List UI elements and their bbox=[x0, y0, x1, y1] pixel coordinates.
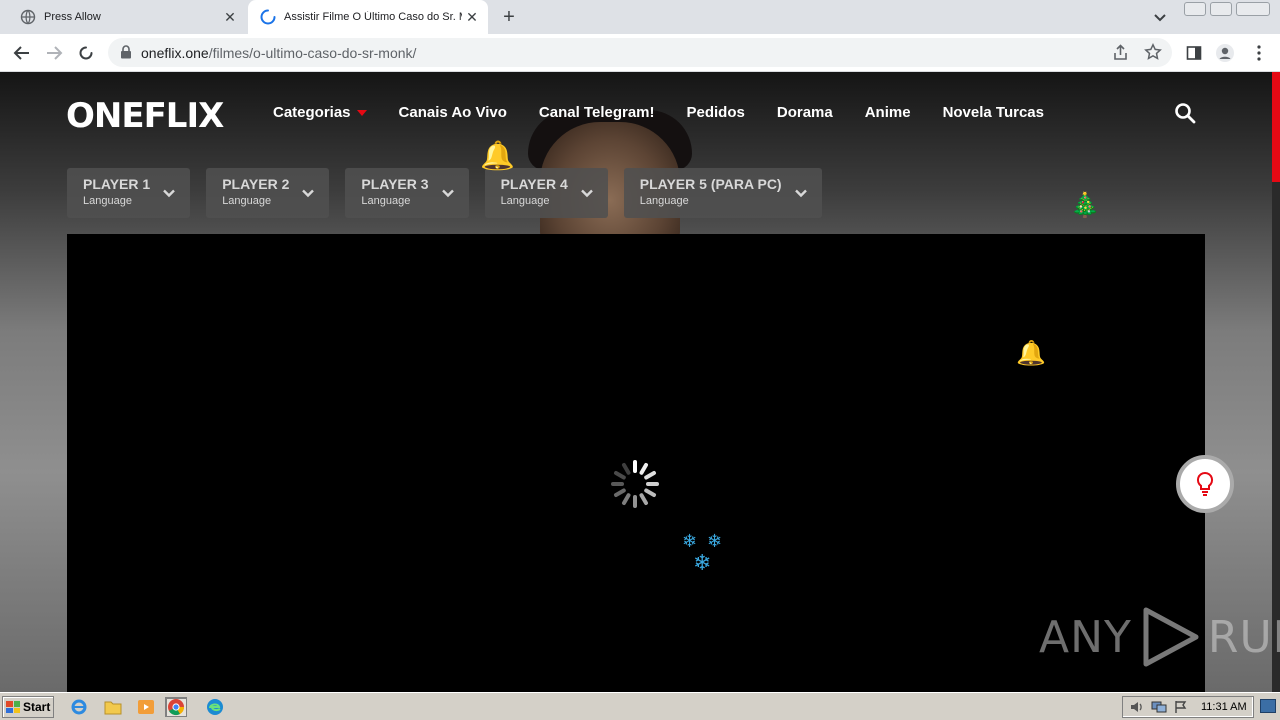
nav-categorias[interactable]: Categorias bbox=[273, 104, 367, 121]
main-nav: Categorias Canais Ao Vivo Canal Telegram… bbox=[273, 104, 1076, 121]
restore-button[interactable] bbox=[1210, 2, 1232, 16]
internet-explorer-icon[interactable] bbox=[68, 697, 90, 717]
url-path: /filmes/o-ultimo-caso-do-sr-monk/ bbox=[208, 45, 417, 61]
media-player-icon[interactable] bbox=[135, 697, 157, 717]
new-tab-button[interactable]: + bbox=[498, 6, 520, 28]
player-language: Language bbox=[361, 195, 411, 207]
nav-canal-telegram[interactable]: Canal Telegram! bbox=[539, 104, 655, 121]
chrome-menu-icon[interactable] bbox=[1248, 42, 1270, 64]
caret-down-icon bbox=[356, 109, 367, 116]
player-language: Language bbox=[83, 195, 132, 207]
nav-pedidos[interactable]: Pedidos bbox=[687, 104, 745, 121]
nav-canais-ao-vivo[interactable]: Canais Ao Vivo bbox=[399, 104, 507, 121]
anyrun-watermark: ANY RUN bbox=[1039, 606, 1280, 668]
address-bar[interactable]: oneflix.one/filmes/o-ultimo-caso-do-sr-m… bbox=[108, 38, 1172, 67]
clock[interactable]: 11:31 AM bbox=[1201, 701, 1247, 713]
share-icon[interactable] bbox=[1112, 44, 1129, 66]
windows-taskbar: Start 11:31 AM bbox=[0, 692, 1280, 720]
back-arrow-icon[interactable] bbox=[11, 42, 33, 64]
browser-toolbar: oneflix.one/filmes/o-ultimo-caso-do-sr-m… bbox=[0, 34, 1280, 72]
bookmark-star-icon[interactable] bbox=[1144, 43, 1162, 66]
search-icon[interactable] bbox=[1174, 102, 1196, 124]
player-5-button[interactable]: PLAYER 5 (PARA PC) Language bbox=[623, 168, 822, 218]
nav-anime[interactable]: Anime bbox=[865, 104, 911, 121]
minimize-button[interactable] bbox=[1184, 2, 1206, 16]
start-button[interactable]: Start bbox=[2, 696, 54, 718]
player-title: PLAYER 4 bbox=[500, 176, 568, 192]
nav-dorama[interactable]: Dorama bbox=[777, 104, 833, 121]
snowflake-icon: ❄ bbox=[707, 531, 723, 551]
chevron-down-icon bbox=[441, 189, 454, 198]
scrollbar-thumb[interactable] bbox=[1272, 72, 1280, 182]
player-4-button[interactable]: PLAYER 4 Language bbox=[484, 168, 608, 218]
system-tray: 11:31 AM bbox=[1122, 696, 1254, 718]
tab-press-allow[interactable]: Press Allow ✕ bbox=[8, 0, 246, 34]
player-1-button[interactable]: PLAYER 1 Language bbox=[67, 168, 191, 218]
url-text[interactable]: oneflix.one/filmes/o-ultimo-caso-do-sr-m… bbox=[141, 45, 416, 61]
show-desktop-button[interactable] bbox=[1260, 699, 1276, 713]
web-page: ONEFLIX Categorias Canais Ao Vivo Canal … bbox=[0, 72, 1280, 692]
player-selector: PLAYER 1 Language PLAYER 2 Language PLAY… bbox=[67, 168, 838, 218]
lightbulb-button[interactable] bbox=[1176, 455, 1234, 513]
tab-close-icon[interactable]: ✕ bbox=[220, 7, 240, 27]
play-triangle-icon bbox=[1143, 607, 1199, 667]
start-label: Start bbox=[23, 700, 51, 714]
player-2-button[interactable]: PLAYER 2 Language bbox=[206, 168, 330, 218]
snowflake-icon: ❄ bbox=[693, 550, 712, 575]
chrome-taskbar-icon[interactable] bbox=[165, 697, 187, 717]
player-3-button[interactable]: PLAYER 3 Language bbox=[345, 168, 469, 218]
tab-close-icon[interactable]: ✕ bbox=[462, 7, 482, 27]
chevron-down-icon bbox=[163, 189, 176, 198]
player-title: PLAYER 5 (PARA PC) bbox=[639, 176, 782, 192]
volume-icon[interactable] bbox=[1129, 700, 1145, 714]
side-panel-icon[interactable] bbox=[1183, 42, 1205, 64]
player-language: Language bbox=[500, 195, 550, 207]
url-domain: oneflix.one bbox=[141, 45, 209, 61]
close-window-button[interactable] bbox=[1236, 2, 1270, 16]
network-icon[interactable] bbox=[1151, 700, 1167, 714]
player-language: Language bbox=[222, 195, 272, 207]
loading-spinner-icon bbox=[611, 460, 659, 508]
watermark-left: ANY bbox=[1039, 611, 1132, 663]
forward-arrow-icon[interactable] bbox=[43, 42, 65, 64]
profile-avatar-icon[interactable] bbox=[1214, 42, 1236, 64]
christmas-bell-icon: 🔔 bbox=[1016, 340, 1046, 367]
tab-title: Press Allow bbox=[44, 11, 101, 23]
tab-strip: Press Allow ✕ Assistir Filme O Último Ca… bbox=[0, 0, 1280, 34]
christmas-bell-icon: 🔔 bbox=[480, 140, 515, 171]
edge-icon[interactable] bbox=[204, 697, 226, 717]
tab-search-chevron-icon[interactable] bbox=[1150, 7, 1170, 27]
lock-icon[interactable] bbox=[120, 45, 132, 64]
stop-loading-icon[interactable] bbox=[75, 42, 97, 64]
player-title: PLAYER 2 bbox=[222, 176, 290, 192]
chevron-down-icon bbox=[302, 189, 315, 198]
file-explorer-icon[interactable] bbox=[102, 697, 124, 717]
snowflake-icon: ❄ bbox=[682, 531, 698, 551]
christmas-ornament-icon: 🎄 bbox=[1070, 192, 1100, 219]
player-title: PLAYER 3 bbox=[361, 176, 429, 192]
chevron-down-icon bbox=[580, 189, 593, 198]
tab-oneflix[interactable]: Assistir Filme O Último Caso do Sr. M ✕ bbox=[248, 0, 488, 34]
nav-label: Categorias bbox=[273, 104, 351, 121]
video-player[interactable]: ANY RUN bbox=[67, 234, 1280, 692]
windows-logo-icon bbox=[6, 701, 20, 713]
loading-spinner-icon bbox=[260, 9, 276, 25]
lightbulb-icon bbox=[1196, 471, 1214, 496]
tab-title: Assistir Filme O Último Caso do Sr. M bbox=[284, 11, 462, 23]
nav-novela-turcas[interactable]: Novela Turcas bbox=[943, 104, 1044, 121]
page-scrollbar[interactable] bbox=[1272, 72, 1280, 692]
chevron-down-icon bbox=[794, 189, 807, 198]
action-center-flag-icon[interactable] bbox=[1173, 700, 1189, 714]
player-title: PLAYER 1 bbox=[83, 176, 151, 192]
watermark-right: RUN bbox=[1207, 611, 1280, 663]
player-language: Language bbox=[639, 195, 689, 207]
site-logo[interactable]: ONEFLIX bbox=[66, 96, 224, 136]
globe-icon bbox=[20, 9, 36, 25]
